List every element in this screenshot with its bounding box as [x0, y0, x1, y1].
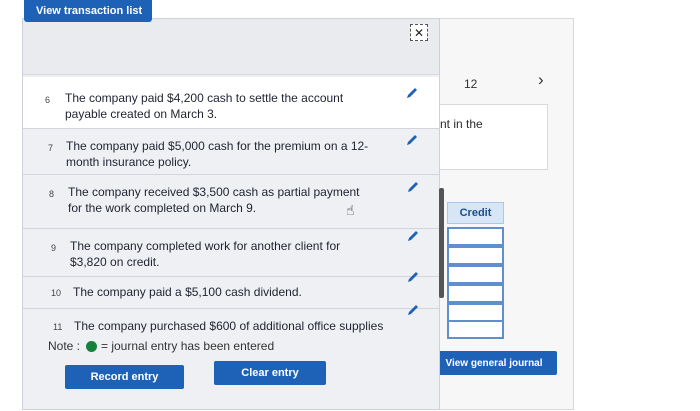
view-transaction-list-button[interactable]: View transaction list — [24, 0, 152, 22]
close-icon[interactable]: ✕ — [410, 24, 428, 41]
credit-column: Credit — [447, 202, 504, 339]
credit-input[interactable] — [447, 246, 504, 265]
item-text: month insurance policy. — [66, 155, 192, 169]
item-number: 8 — [49, 189, 55, 199]
pencil-icon[interactable] — [406, 180, 420, 194]
credit-input[interactable] — [447, 320, 504, 339]
list-item[interactable]: 7 The company paid $5,000 cash for the p… — [23, 129, 439, 175]
credit-input[interactable] — [447, 284, 504, 303]
item-number: 10 — [51, 288, 62, 298]
credit-header: Credit — [447, 202, 504, 224]
item-number: 11 — [53, 322, 63, 332]
pencil-icon[interactable] — [406, 303, 420, 317]
pencil-icon[interactable] — [406, 270, 420, 284]
item-text: for the work completed on March 9. — [68, 201, 257, 215]
list-item[interactable]: 9 The company completed work for another… — [23, 229, 439, 277]
credit-input[interactable] — [447, 265, 504, 284]
item-number: 9 — [51, 243, 57, 253]
item-text: The company paid $4,200 cash to settle t… — [65, 91, 344, 105]
item-text: The company purchased $600 of additional… — [74, 319, 384, 333]
green-dot-icon — [86, 341, 97, 352]
list-item[interactable]: 10 The company paid a $5,100 cash divide… — [23, 277, 439, 309]
item-text: The company paid $5,000 cash for the pre… — [66, 139, 369, 153]
pencil-icon[interactable] — [405, 133, 419, 147]
list-header-area — [23, 19, 439, 75]
view-general-journal-button[interactable]: View general journal — [431, 351, 557, 375]
item-text: The company completed work for another c… — [70, 239, 341, 253]
item-number: 6 — [45, 95, 51, 105]
hand-pointer-icon: ☝ — [346, 202, 355, 218]
chevron-right-icon[interactable]: › — [538, 70, 544, 90]
item-text: payable created on March 3. — [65, 107, 218, 121]
record-entry-button[interactable]: Record entry — [65, 365, 184, 389]
list-item[interactable]: 11 The company purchased $600 of additio… — [23, 309, 439, 337]
page-number: 12 — [464, 77, 478, 91]
credit-input[interactable] — [447, 227, 504, 246]
instructions-text: nt in the — [440, 117, 483, 131]
note-label: Note : — [48, 339, 81, 353]
pencil-icon[interactable] — [405, 86, 419, 100]
list-item[interactable]: 8 The company received $3,500 cash as pa… — [23, 175, 439, 229]
item-text: $3,820 on credit. — [70, 255, 160, 269]
scrollbar-thumb[interactable] — [439, 188, 444, 298]
item-text: The company received $3,500 cash as part… — [68, 185, 360, 199]
item-text: The company paid a $5,100 cash dividend. — [73, 285, 302, 299]
note-text: = journal entry has been entered — [101, 339, 275, 353]
item-number: 7 — [48, 143, 54, 153]
instructions-box — [438, 104, 548, 170]
clear-entry-button[interactable]: Clear entry — [214, 361, 326, 385]
list-item[interactable]: 6 The company paid $4,200 cash to settle… — [23, 77, 439, 129]
pencil-icon[interactable] — [406, 229, 420, 243]
